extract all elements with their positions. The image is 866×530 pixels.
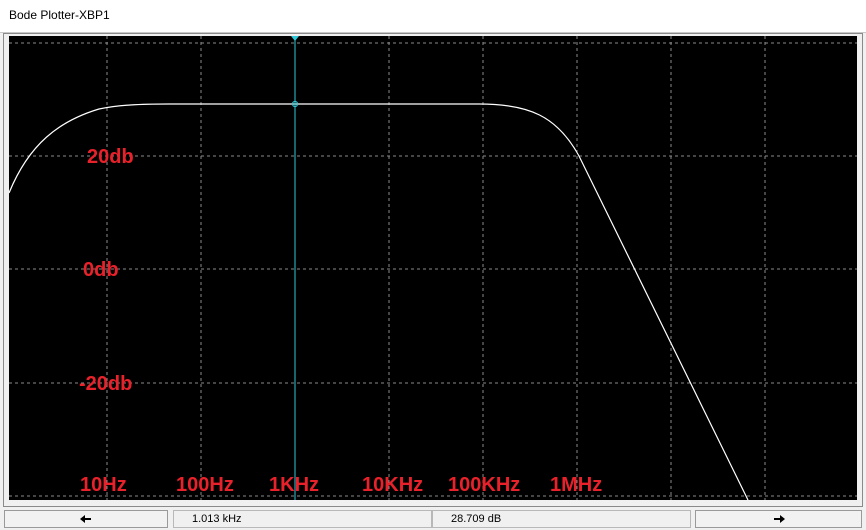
freq-label-100hz: 100Hz (176, 474, 234, 496)
db-label-0: 0db (83, 259, 119, 281)
plot-background (9, 36, 857, 500)
title-bar: Bode Plotter-XBP1 (0, 0, 866, 33)
db-label-20: 20db (87, 146, 134, 168)
window-title: Bode Plotter-XBP1 (9, 8, 110, 22)
freq-label-1khz: 1KHz (269, 474, 319, 496)
magnitude-readout: 28.709 dB (432, 510, 691, 528)
arrow-right-icon (773, 515, 785, 523)
freq-label-100khz: 100KHz (448, 474, 520, 496)
bode-plot[interactable]: 20db 0db -20db 10Hz 100Hz 1KHz 10KHz 100… (9, 36, 857, 500)
frequency-readout: 1.013 kHz (173, 510, 432, 528)
freq-label-10hz: 10Hz (80, 474, 127, 496)
cursor-left-button[interactable] (4, 510, 168, 528)
db-label-minus-20: -20db (79, 373, 132, 395)
freq-label-10khz: 10KHz (362, 474, 423, 496)
status-bar: 1.013 kHz 28.709 dB (0, 508, 866, 530)
cursor-right-button[interactable] (695, 510, 862, 528)
freq-label-1mhz: 1MHz (550, 474, 602, 496)
arrow-left-icon (80, 515, 91, 523)
